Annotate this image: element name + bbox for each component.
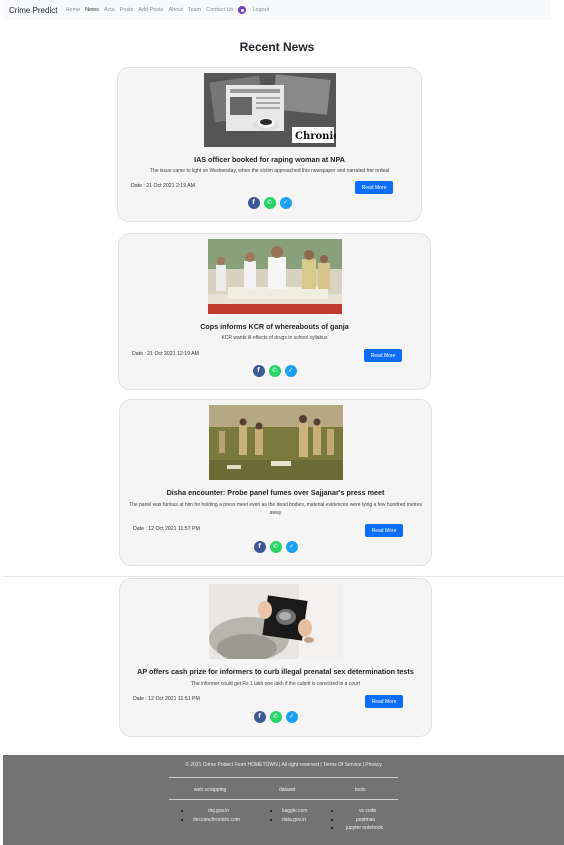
whatsapp-icon[interactable]: ✆ — [269, 541, 282, 553]
nav-home[interactable]: Home — [65, 7, 80, 13]
news-title[interactable]: IAS officer booked for raping woman at N… — [118, 155, 421, 164]
read-more-button[interactable]: Read More — [364, 349, 402, 362]
nav-team[interactable]: Team — [188, 7, 201, 13]
nav-acts[interactable]: Acts — [104, 7, 115, 13]
nav-logout[interactable]: Logout — [252, 7, 269, 13]
footer-copyright: © 2021 Crime Pridect From HOMETOWN | All… — [185, 762, 382, 768]
footer-link[interactable]: postman — [331, 816, 383, 825]
news-card: Disha encounter: Probe panel fumes over … — [119, 399, 432, 566]
footer-link[interactable]: data.gov.in — [270, 816, 308, 825]
whatsapp-icon[interactable]: ✆ — [263, 197, 276, 209]
footer-link[interactable]: deccanchronicle.com — [181, 816, 240, 825]
footer: © 2021 Crime Pridect From HOMETOWN | All… — [3, 755, 564, 845]
footer-list-web-scrapping: dnj.gov.in deccanchronicle.com — [181, 807, 240, 825]
news-image — [208, 584, 343, 659]
news-date: Date : 21 Oct 2021 12:19 AM — [132, 351, 199, 357]
news-description: The panel was furious at him for holding… — [129, 502, 422, 516]
chronicle-logo-text: Chronicle — [295, 131, 336, 142]
news-date: Date : 12 Oct 2021 11:57 PM — [133, 526, 200, 532]
news-title[interactable]: Disha encounter: Probe panel fumes over … — [120, 488, 431, 497]
footer-heading-tools: tools — [355, 787, 366, 793]
news-image: Chronicle — [203, 73, 336, 147]
news-description: The issue came to light on Wednesday, wh… — [149, 168, 390, 174]
news-title[interactable]: Cops informs KCR of whereabouts of ganja — [119, 322, 430, 331]
footer-list-tools: vs code postman jupyter notebook — [331, 807, 383, 833]
footer-heading-web-scrapping: web scrapping — [194, 787, 227, 793]
news-description: KCR wants ill-effects of drugs in school… — [221, 335, 328, 341]
nav-posts[interactable]: Posts — [120, 7, 134, 13]
brand-logo[interactable]: Crime Predict — [9, 6, 57, 15]
footer-list-dataset: kaggle.com data.gov.in — [270, 807, 308, 825]
news-image — [208, 405, 343, 480]
twitter-icon[interactable]: ✓ — [284, 365, 297, 377]
footer-heading-dataset: dataset — [279, 787, 296, 793]
nav-add-posts[interactable]: Add Posts — [138, 7, 163, 13]
news-card: Cops informs KCR of whereabouts of ganja… — [118, 233, 431, 390]
footer-link[interactable]: dnj.gov.in — [181, 807, 240, 816]
twitter-icon[interactable]: ✓ — [285, 711, 298, 723]
news-description: The informer could get Rs 1 lakh one lak… — [191, 681, 360, 687]
nav-news[interactable]: News — [85, 7, 99, 13]
page-title: Recent News — [239, 40, 315, 54]
share-buttons: f ✆ ✓ — [119, 365, 430, 377]
news-date: Date : 21 Oct 2021 2:19 AM — [131, 183, 196, 189]
facebook-icon[interactable]: f — [247, 197, 260, 209]
section-divider — [3, 576, 564, 577]
share-buttons: f ✆ ✓ — [120, 541, 431, 553]
news-card: AP offers cash prize for informers to cu… — [119, 578, 432, 737]
user-avatar-icon[interactable] — [238, 6, 247, 14]
twitter-icon[interactable]: ✓ — [279, 197, 292, 209]
facebook-icon[interactable]: f — [252, 365, 265, 377]
twitter-icon[interactable]: ✓ — [285, 541, 298, 553]
footer-link[interactable]: jupyter notebook — [331, 824, 383, 833]
news-card: Chronicle IAS officer booked for raping … — [117, 67, 422, 222]
share-buttons: f ✆ ✓ — [118, 197, 421, 209]
news-title[interactable]: AP offers cash prize for informers to cu… — [120, 667, 431, 676]
read-more-button[interactable]: Read More — [365, 524, 403, 537]
footer-divider — [169, 799, 398, 800]
whatsapp-icon[interactable]: ✆ — [268, 365, 281, 377]
facebook-icon[interactable]: f — [253, 711, 266, 723]
read-more-button[interactable]: Read More — [365, 695, 403, 708]
nav-about[interactable]: About — [168, 7, 182, 13]
navbar: Crime Predict Home News Acts Posts Add P… — [3, 0, 551, 20]
read-more-button[interactable]: Read More — [355, 181, 393, 194]
facebook-icon[interactable]: f — [253, 541, 266, 553]
news-date: Date : 12 Oct 2021 11:51 PM — [133, 696, 200, 702]
footer-link[interactable]: kaggle.com — [270, 807, 308, 816]
news-image — [207, 239, 342, 314]
nav-contact-us[interactable]: Contact Us — [206, 7, 233, 13]
whatsapp-icon[interactable]: ✆ — [269, 711, 282, 723]
footer-divider — [169, 777, 398, 778]
footer-link[interactable]: vs code — [331, 807, 383, 816]
share-buttons: f ✆ ✓ — [120, 711, 431, 723]
